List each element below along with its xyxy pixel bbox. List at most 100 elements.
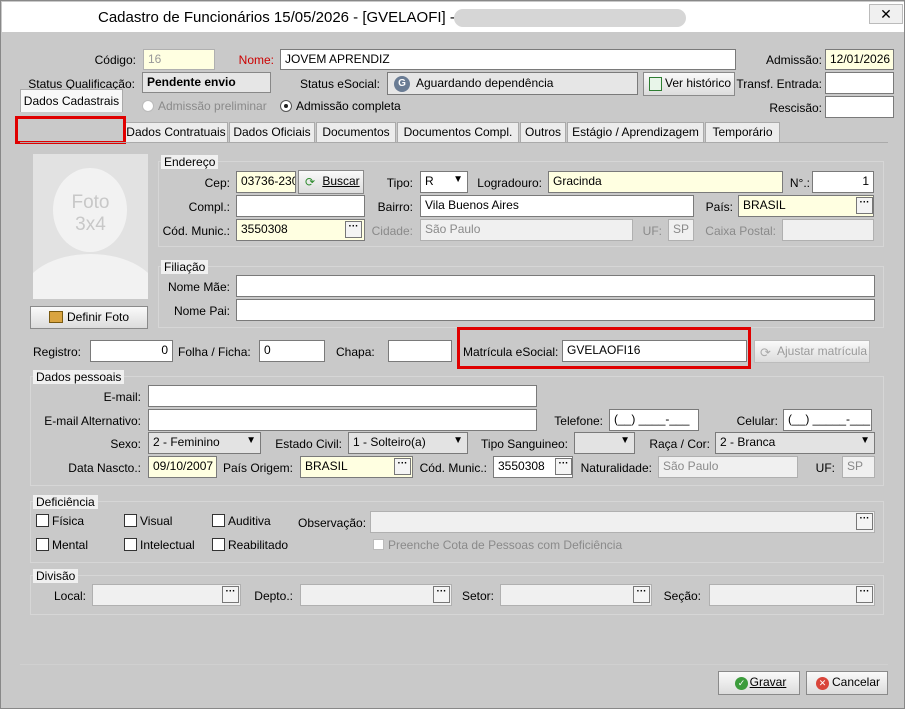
pais-lookup-icon[interactable]: ···	[856, 197, 873, 214]
tipo-label: Tipo:	[386, 176, 413, 190]
cota-checkbox[interactable]	[373, 539, 384, 550]
setor-field[interactable]	[500, 584, 652, 606]
buscar-button[interactable]: ⟳ Buscar	[298, 170, 364, 194]
reabilitado-checkbox[interactable]	[212, 538, 225, 551]
fisica-checkbox[interactable]	[36, 514, 49, 527]
close-button[interactable]: ✕	[869, 4, 903, 24]
highlight-matricula	[457, 327, 751, 369]
logradouro-label: Logradouro:	[477, 176, 542, 190]
local-lookup-icon[interactable]: ···	[222, 586, 239, 603]
codigo-field[interactable]: 16	[143, 49, 215, 70]
hourglass-icon: G	[394, 76, 410, 92]
local-field[interactable]	[92, 584, 241, 606]
tab-estagio-aprendizagem[interactable]: Estágio / Aprendizagem	[567, 122, 704, 142]
transf-entrada-field[interactable]	[825, 72, 894, 94]
compl-field[interactable]	[236, 195, 365, 217]
pais-origem-lookup-icon[interactable]: ···	[394, 458, 411, 475]
chapa-field[interactable]	[388, 340, 452, 362]
dados-pessoais-title: Dados pessoais	[33, 370, 125, 384]
nome-label: Nome:	[238, 53, 274, 67]
codmunic-lookup-icon[interactable]: ···	[345, 221, 362, 238]
codmunic-nasc-label: Cód. Munic.:	[419, 461, 487, 475]
ajustar-matricula-button[interactable]: ⟳ Ajustar matrícula	[754, 340, 870, 363]
naturalidade-field: São Paulo	[658, 456, 798, 478]
setor-lookup-icon[interactable]: ···	[633, 586, 650, 603]
uf-nasc-label: UF:	[815, 461, 835, 475]
transf-entrada-label: Transf. Entrada:	[736, 77, 822, 91]
admissao-completa-radio[interactable]	[280, 100, 292, 112]
definir-foto-button[interactable]: Definir Foto	[30, 306, 148, 329]
nome-mae-label: Nome Mãe:	[167, 280, 230, 294]
observacao-label: Observação:	[298, 516, 367, 530]
local-label: Local:	[53, 589, 86, 603]
tab-dados-contratuais[interactable]: Dados Contratuais	[124, 122, 228, 142]
tab-dados-oficiais[interactable]: Dados Oficiais	[229, 122, 315, 142]
title-bar: Cadastro de Funcionários 15/05/2026 - [G…	[2, 2, 904, 32]
tab-dados-cadastrais[interactable]: Dados Cadastrais	[20, 89, 123, 112]
admissao-preliminar-radio[interactable]	[142, 100, 154, 112]
sexo-select[interactable]: 2 - Feminino ▼	[148, 432, 261, 454]
chevron-down-icon: ▼	[453, 435, 463, 446]
depto-lookup-icon[interactable]: ···	[433, 586, 450, 603]
visual-checkbox[interactable]	[124, 514, 137, 527]
tab-documentos[interactable]: Documentos	[316, 122, 396, 142]
numero-field[interactable]: 1	[812, 171, 874, 193]
status-esocial-value: Aguardando dependência	[416, 76, 554, 90]
nome-mae-field[interactable]	[236, 275, 875, 297]
bairro-field[interactable]: Vila Buenos Aires	[420, 195, 694, 217]
cancelar-label: Cancelar	[831, 675, 881, 689]
intelectual-checkbox[interactable]	[124, 538, 137, 551]
cancelar-button[interactable]: ✕ Cancelar	[806, 671, 888, 695]
codigo-label: Código:	[94, 53, 136, 67]
nome-field[interactable]: JOVEM APRENDIZ	[280, 49, 736, 70]
data-nascto-field[interactable]: 09/10/2007	[148, 456, 217, 478]
definir-foto-label: Definir Foto	[66, 310, 130, 324]
depto-field[interactable]	[300, 584, 452, 606]
raca-cor-select[interactable]: 2 - Branca ▼	[715, 432, 875, 454]
uf-nasc-field: SP	[842, 456, 875, 478]
observacao-field[interactable]	[370, 511, 875, 533]
logradouro-field[interactable]: Gracinda	[548, 171, 783, 193]
codmunic-label: Cód. Munic.:	[162, 224, 230, 238]
sexo-value: 2 - Feminino	[153, 435, 220, 449]
tab-outros[interactable]: Outros	[520, 122, 566, 142]
numero-label: N°.:	[789, 176, 810, 190]
telefone-label: Telefone:	[554, 414, 603, 428]
estado-civil-select[interactable]: 1 - Solteiro(a) ▼	[348, 432, 468, 454]
secao-lookup-icon[interactable]: ···	[856, 586, 873, 603]
rescisao-field[interactable]	[825, 96, 894, 118]
tipo-sanguineo-select[interactable]: ▼	[574, 432, 635, 454]
gravar-button[interactable]: ✓ Gravar	[718, 671, 800, 695]
folha-field[interactable]: 0	[259, 340, 325, 362]
observacao-lookup-icon[interactable]: ···	[856, 513, 873, 530]
pais-field[interactable]: BRASIL	[738, 195, 874, 217]
cep-field[interactable]: 03736-230	[236, 171, 296, 193]
visual-label: Visual	[140, 514, 173, 528]
email-field[interactable]	[148, 385, 537, 407]
chevron-down-icon: ▼	[620, 435, 630, 446]
ver-historico-button[interactable]: Ver histórico	[643, 72, 735, 96]
mental-checkbox[interactable]	[36, 538, 49, 551]
estado-civil-value: 1 - Solteiro(a)	[353, 435, 426, 449]
codmunic-nasc-lookup-icon[interactable]: ···	[555, 458, 572, 475]
person-body-icon	[33, 254, 148, 299]
admissao-field[interactable]: 12/01/2026	[825, 49, 894, 70]
telefone-field[interactable]: (__) ____-___	[609, 409, 699, 431]
check-icon: ✓	[735, 677, 748, 690]
pais-origem-label: País Origem:	[222, 461, 293, 475]
data-nascto-label: Data Nascto.:	[68, 461, 141, 475]
celular-field[interactable]: (__) _____-___	[783, 409, 872, 431]
tab-documentos-compl[interactable]: Documentos Compl.	[397, 122, 519, 142]
highlight-tab	[15, 116, 126, 144]
auditiva-checkbox[interactable]	[212, 514, 225, 527]
footer-divider	[20, 664, 888, 665]
registro-field[interactable]: 0	[90, 340, 173, 362]
cep-label: Cep:	[204, 176, 230, 190]
secao-field[interactable]	[709, 584, 875, 606]
cota-label: Preenche Cota de Pessoas com Deficiência	[388, 538, 623, 552]
admissao-completa-label: Admissão completa	[296, 99, 401, 113]
nome-pai-field[interactable]	[236, 299, 875, 321]
tipo-select[interactable]: R ▼	[420, 171, 468, 193]
tab-temporario[interactable]: Temporário	[705, 122, 780, 142]
email-alt-field[interactable]	[148, 409, 537, 431]
